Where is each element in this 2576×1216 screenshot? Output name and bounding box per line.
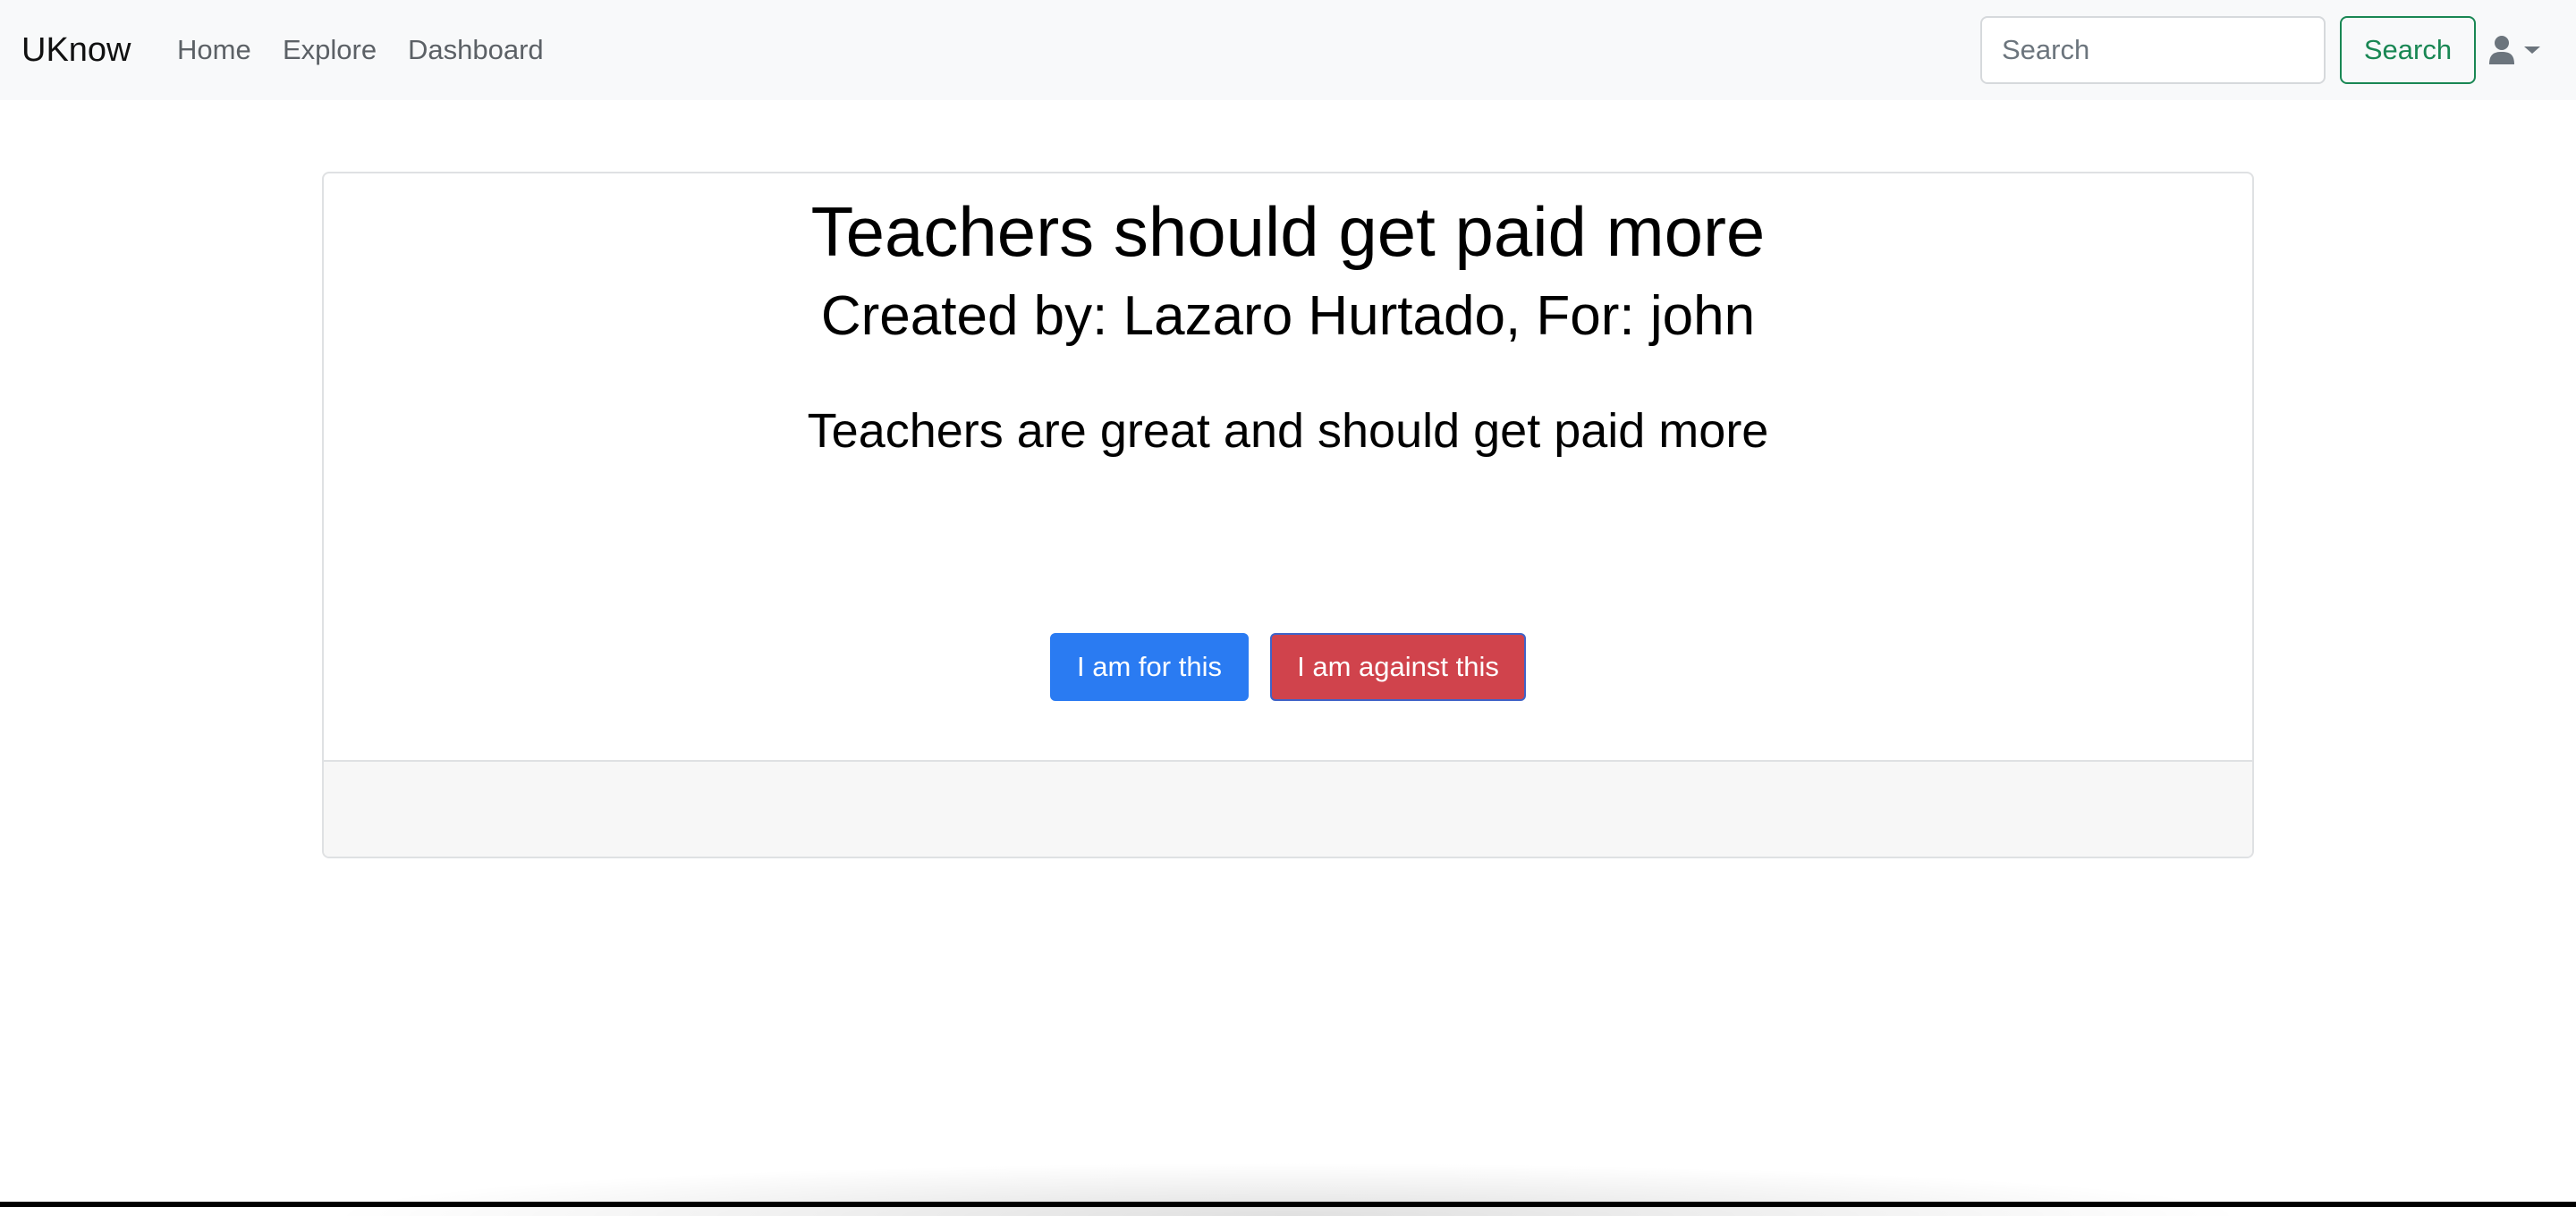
search-input[interactable] <box>1980 16 2326 84</box>
nav-link-home[interactable]: Home <box>177 27 251 73</box>
navbar: UKnow Home Explore Dashboard Search <box>0 0 2576 100</box>
brand-link[interactable]: UKnow <box>21 25 131 75</box>
user-menu-toggle[interactable] <box>2488 32 2542 68</box>
caret-down-icon <box>2524 46 2540 54</box>
post-card-footer <box>324 760 2252 857</box>
post-body-text: Teachers are great and should get paid m… <box>807 404 1769 458</box>
vote-against-button[interactable]: I am against this <box>1270 633 1526 701</box>
post-author-line: Created by: Lazaro Hurtado, For: john <box>820 285 1756 347</box>
bottom-shadow <box>322 1162 2254 1216</box>
post-title: Teachers should get paid more <box>810 192 1766 271</box>
post-card: Teachers should get paid more Created by… <box>322 172 2254 858</box>
window-edge <box>0 1202 2576 1207</box>
search-button[interactable]: Search <box>2340 16 2476 84</box>
nav-link-explore[interactable]: Explore <box>283 27 377 73</box>
user-icon <box>2489 36 2514 64</box>
nav-link-dashboard[interactable]: Dashboard <box>408 27 544 73</box>
vote-for-button[interactable]: I am for this <box>1050 633 1249 701</box>
